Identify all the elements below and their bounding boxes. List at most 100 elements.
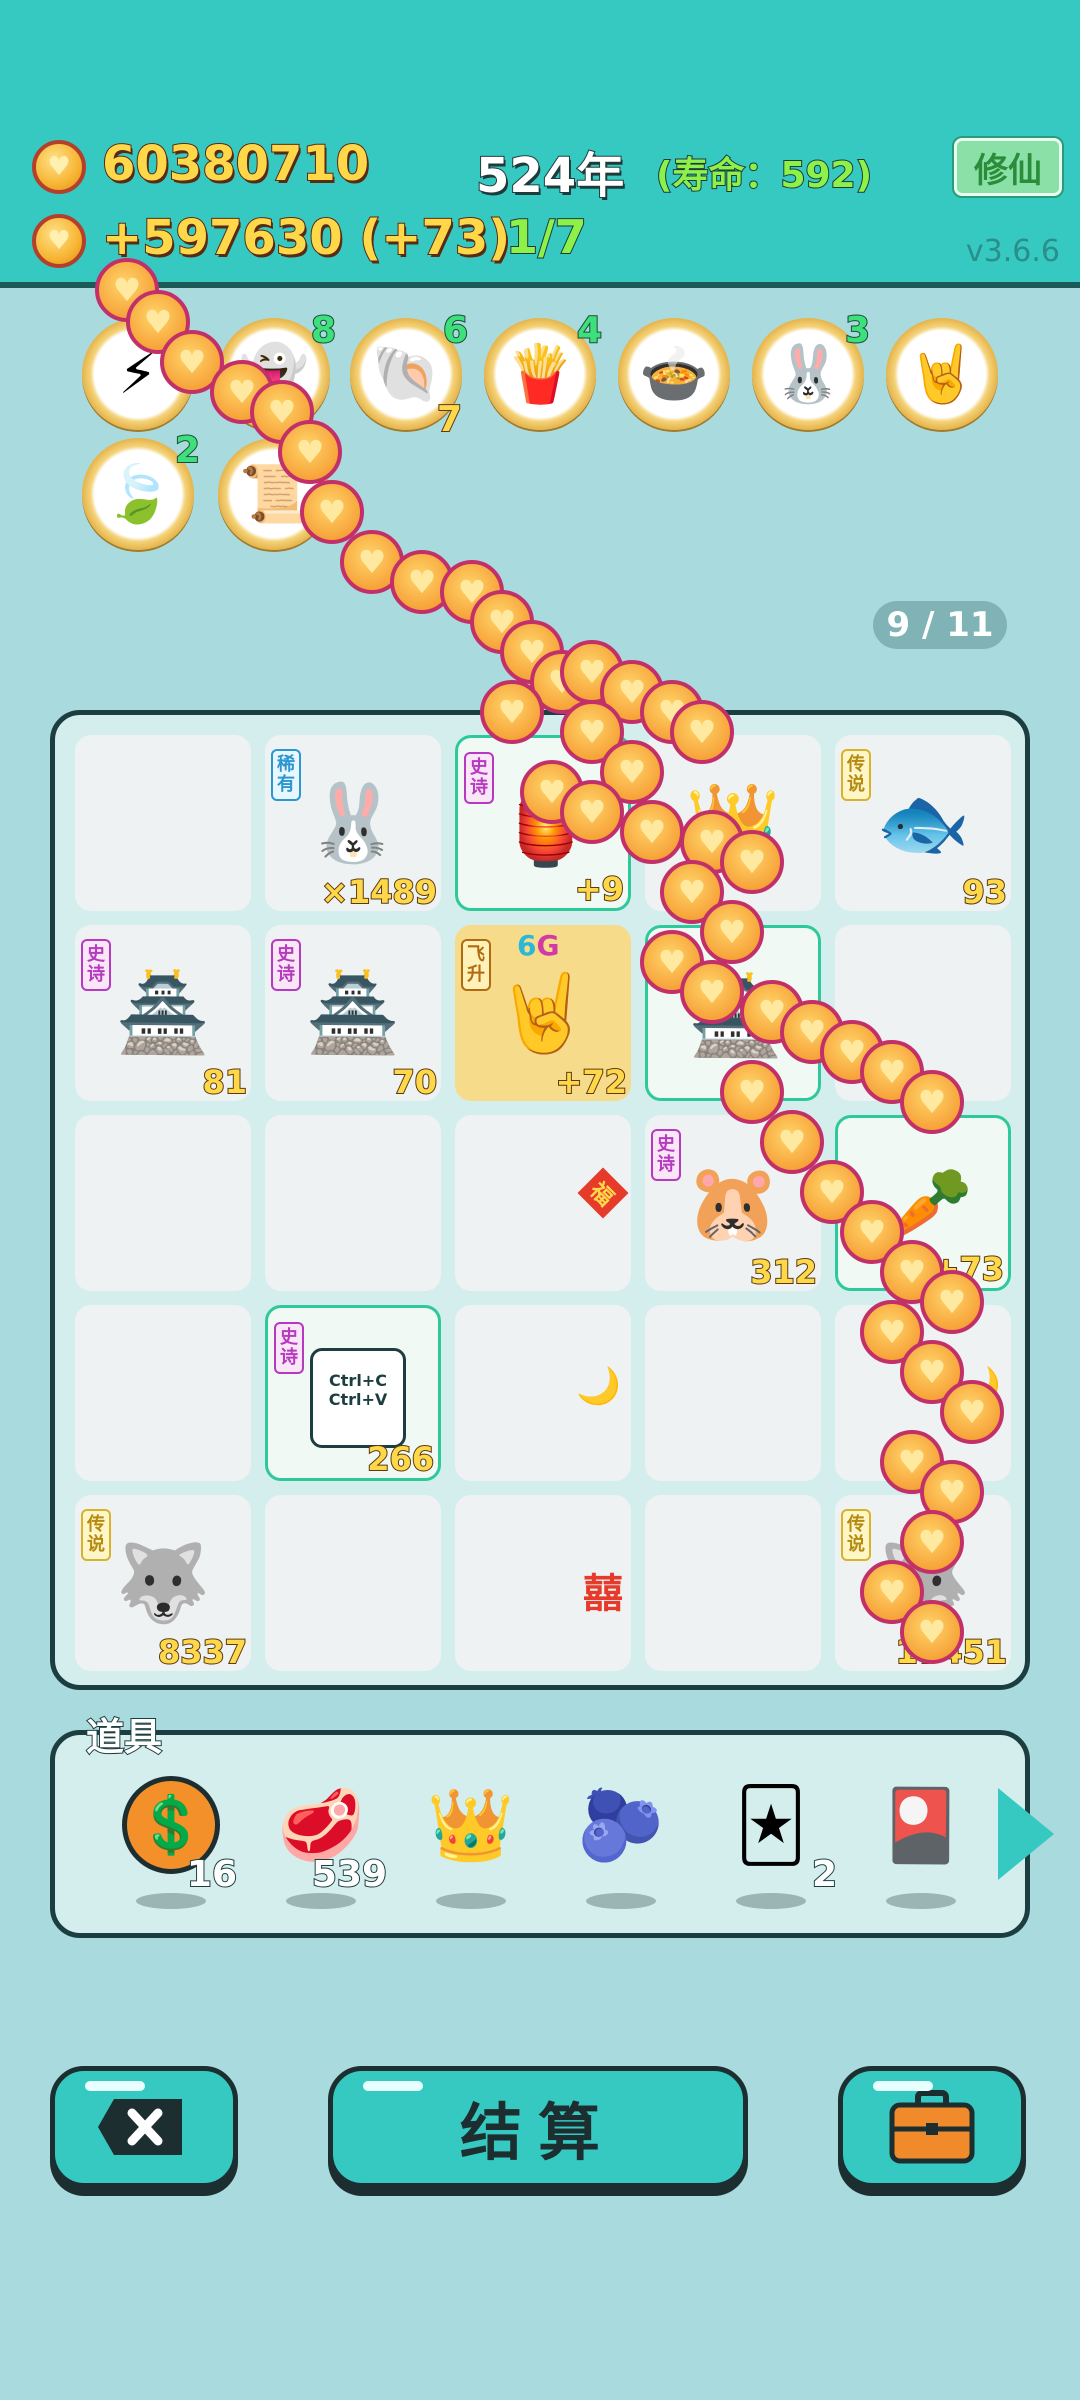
skill-count: 4 (576, 309, 603, 352)
exit-button[interactable] (50, 2066, 238, 2188)
board-cell[interactable] (75, 735, 251, 911)
rarity-tag: 传说 (841, 749, 871, 801)
cards-prop[interactable]: 🃏 2 (711, 1775, 838, 1909)
decoration-icon: 囍 (583, 1571, 623, 1617)
heart-coin-icon: ♥ (500, 620, 564, 684)
unit-count: 266 (366, 1439, 435, 1479)
unit-count: 70 (391, 1062, 438, 1102)
coin-prop[interactable]: 💲 16 (111, 1775, 238, 1909)
liver-prop[interactable]: 🥩 539 (261, 1775, 388, 1909)
board-cell[interactable]: 🐹 史诗 312 (645, 1115, 821, 1292)
crown-prop[interactable]: 👑 (411, 1775, 531, 1909)
rarity-tag: 稀有 (271, 749, 301, 801)
prop-count: 2 (811, 1853, 838, 1896)
board-cell[interactable]: 囍 (455, 1495, 631, 1671)
board-cell[interactable]: 🏯 诗 (645, 925, 821, 1101)
board-cell[interactable]: 🐟 传说 93 (835, 735, 1011, 912)
note-skill[interactable]: 📜 (218, 438, 330, 550)
unit-count: ×1489 (320, 872, 438, 912)
decoration-icon: 福 (577, 1167, 629, 1219)
board-cell[interactable]: 📋Ctrl+CCtrl+V史诗266 (265, 1305, 441, 1481)
rare-cards-icon: 🎴 (877, 1783, 965, 1866)
unit-count: 81 (201, 1062, 248, 1102)
coin-icon: ♥ (32, 140, 86, 194)
props-label: 道具 (85, 1714, 163, 1760)
board-cell[interactable]: 🐺 传说 17451 (835, 1495, 1011, 1672)
unit-art: 👑 (685, 778, 781, 867)
bowls-skill[interactable]: 🍲 (618, 318, 730, 430)
rarity-tag: 史诗 (274, 1322, 304, 1374)
board-cell[interactable] (645, 1495, 821, 1671)
heart-coin-icon: ♥ (470, 590, 534, 654)
board-cell[interactable]: 福 (455, 1115, 631, 1291)
fries-skill[interactable]: 🍟 4 (484, 309, 603, 430)
progress-label: 1/7 (505, 209, 588, 265)
board-cell[interactable] (645, 1305, 821, 1481)
note-icon: 📜 (239, 462, 309, 527)
rabbit-icon: 🐰 (773, 342, 843, 407)
unit-count: 312 (749, 1252, 818, 1292)
lightning-skill[interactable]: ⚡ (82, 318, 194, 430)
board-cell[interactable]: 🌙 (835, 1305, 1011, 1481)
lightning-icon: ⚡ (118, 341, 158, 407)
board-cell[interactable]: 🥕 +73 (835, 1115, 1011, 1291)
board-cell[interactable] (75, 1305, 251, 1481)
unit-count: +9 (574, 869, 625, 909)
settle-button[interactable]: 结算 (328, 2066, 748, 2188)
merge-board: 🐰 稀有 ×1489 🏮 史诗 +9 👑 🐟 传说 93 🏯 史诗 81 🏯 史诗 70 🤘 6G 飞升 +72 🏯 诗福… (50, 710, 1030, 1690)
board-cell[interactable]: 🏯 史诗 81 (75, 925, 251, 1102)
skill-count: 6 (442, 309, 469, 352)
ghost-icon: 👻 (239, 342, 309, 407)
board-cell[interactable] (265, 1115, 441, 1291)
top-header: ♥ 60380710 524年 (寿命：592) 修仙 ♥ +597630 (+… (0, 0, 1080, 288)
board-cell[interactable]: 🏯 史诗 70 (265, 925, 441, 1102)
ctrl-v-label: Ctrl+V (328, 1390, 388, 1409)
crown-icon: 👑 (427, 1783, 515, 1866)
ghost-skill[interactable]: 👻 8 (218, 309, 337, 430)
rock-hand-skill[interactable]: 🤘 (886, 318, 998, 430)
board-cell[interactable] (265, 1495, 441, 1671)
year-label: 524年 (475, 147, 625, 205)
board-cell[interactable]: 🌙 (455, 1305, 631, 1481)
rare-cards-prop[interactable]: 🎴 (861, 1775, 981, 1909)
leaf-skill[interactable]: 🍃 2 (82, 429, 201, 550)
blueberry-icon: 🫐 (577, 1783, 665, 1866)
prop-count: 16 (186, 1853, 238, 1896)
cultivate-button[interactable]: 修仙 (954, 138, 1062, 196)
rarity-tag: 史诗 (651, 1129, 681, 1181)
unit-count: 93 (961, 872, 1008, 912)
lifespan-label: (寿命：592) (655, 154, 873, 197)
rarity-tag: 传说 (841, 1509, 871, 1561)
scroll-right-arrow-icon[interactable] (998, 1788, 1054, 1880)
props-panel: 💲 16 🥩 539 👑 🫐 🃏 2 🎴 (50, 1730, 1030, 1938)
board-cell[interactable] (835, 925, 1011, 1101)
rabbit-skill[interactable]: 🐰 3 (752, 309, 871, 430)
board-cell[interactable]: 🐺 传说 8337 (75, 1495, 251, 1672)
coin-icon: ♥ (32, 214, 86, 268)
board-cell[interactable] (75, 1115, 251, 1291)
ctrl-c-label: Ctrl+C (329, 1371, 387, 1390)
income-label: +597630 (+73) (101, 209, 511, 267)
skill-count: 8 (310, 309, 337, 352)
rarity-tag: 诗 (654, 942, 684, 974)
blueberry-prop[interactable]: 🫐 (561, 1775, 681, 1909)
shell-skill[interactable]: 🐚 6 7 (350, 309, 469, 441)
board-cell[interactable]: 🐰 稀有 ×1489 (265, 735, 441, 912)
prop-count: 539 (311, 1853, 388, 1896)
leaf-icon: 🍃 (103, 462, 173, 527)
heart-coin-icon: ♥ (390, 550, 454, 614)
unit-count: 17451 (895, 1632, 1008, 1672)
version-label: v3.6.6 (965, 234, 1060, 269)
shell-icon: 🐚 (371, 342, 441, 407)
inventory-button[interactable] (838, 2066, 1026, 2188)
unit-count: +72 (555, 1062, 628, 1102)
board-cell[interactable]: 🤘 6G 飞升 +72 (455, 925, 631, 1102)
heart-coin-icon: ♥ (560, 640, 624, 704)
board-cell[interactable]: 🏮 史诗 +9 (455, 735, 631, 911)
board-cell[interactable]: 👑 (645, 735, 821, 911)
decoration-icon: 🌙 (956, 1366, 1001, 1407)
rarity-tag: 传说 (81, 1509, 111, 1561)
decoration-icon: 🌙 (576, 1366, 621, 1407)
coin-total: 60380710 (101, 135, 370, 193)
rarity-tag: 飞升 (461, 939, 491, 991)
